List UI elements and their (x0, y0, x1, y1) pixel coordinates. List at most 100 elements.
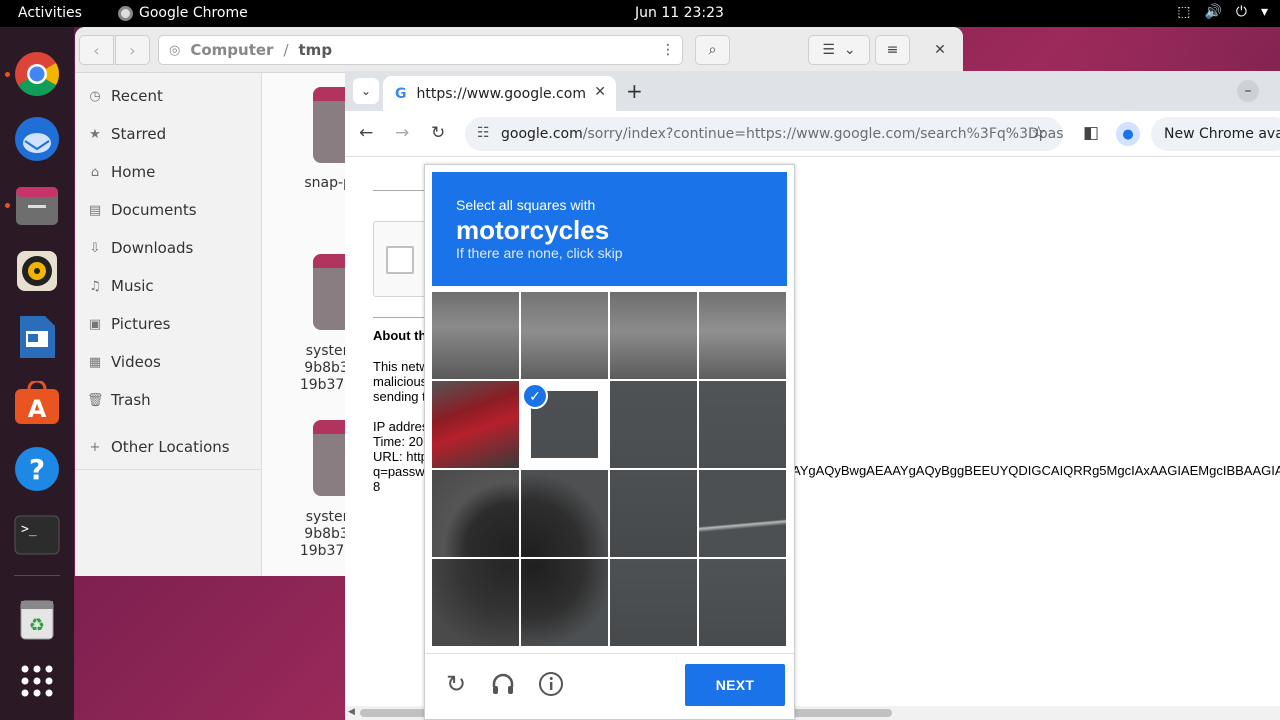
music-icon: ♫ (89, 278, 101, 294)
captcha-tile[interactable] (610, 470, 697, 557)
captcha-tile[interactable] (699, 559, 786, 646)
terminal-icon[interactable]: >_ (13, 511, 61, 559)
path-parent[interactable]: Computer (190, 41, 273, 59)
sidebar-item-home[interactable]: ⌂ Home (87, 160, 155, 184)
forward-button[interactable]: › (115, 35, 150, 65)
sidebar-item-label: Documents (111, 201, 197, 219)
sidebar-item-recent[interactable]: ◷ Recent (87, 84, 163, 108)
sidebar-item-label: Downloads (111, 239, 194, 257)
video-icon: ▦ (88, 354, 102, 370)
files-sidebar: ◷ Recent ★ Starred ⌂ Home ▤ Documents ⇩ Downl… (75, 73, 262, 576)
power-icon: ⏻ (1235, 4, 1247, 20)
close-button[interactable]: ✕ (925, 35, 955, 65)
app-menu[interactable]: Google Chrome (118, 5, 248, 21)
tab-google[interactable]: G https://www.google.com ✕ (383, 76, 616, 111)
bookmark-star-icon[interactable]: ☆ (1031, 123, 1046, 143)
captcha-tile[interactable] (610, 559, 697, 646)
captcha-tile[interactable] (699, 381, 786, 468)
path-current[interactable]: tmp (299, 41, 333, 59)
minimize-button[interactable]: – (1237, 80, 1259, 102)
search-icon: ⌕ (708, 42, 717, 58)
show-apps-icon[interactable] (13, 657, 61, 705)
new-chrome-available-button[interactable]: New Chrome ava (1151, 117, 1280, 151)
sidebar-item-other-locations[interactable]: + Other Locations (87, 435, 230, 459)
new-tab-button[interactable]: + (626, 79, 643, 103)
divider (373, 190, 425, 191)
app-center-icon[interactable]: A (13, 379, 61, 427)
clock[interactable]: Jun 11 23:23 (635, 5, 724, 21)
scroll-left-icon[interactable]: ◀ (348, 707, 355, 717)
captcha-instruction: Select all squares with (456, 197, 596, 213)
trash-icon[interactable]: ♻ (13, 595, 61, 643)
sidebar-item-starred[interactable]: ★ Starred (87, 122, 166, 146)
site-info-icon[interactable]: ☷ (477, 125, 490, 141)
chevron-down-icon: ▾ (1260, 4, 1268, 20)
captcha-tile[interactable] (521, 559, 608, 646)
side-panel-icon[interactable]: ◧ (1083, 123, 1099, 143)
plus-icon: + (89, 439, 101, 455)
back-button[interactable]: ‹ (79, 35, 114, 65)
captcha-tile[interactable] (521, 292, 608, 379)
captcha-grid: ✓ (432, 292, 787, 647)
activities-button[interactable]: Activities (18, 5, 82, 21)
help-icon[interactable]: ? (13, 445, 61, 493)
google-icon: G (395, 85, 407, 102)
url-text-tail: AYgAQyBwgAEAAYgAQyBggBEEUYQDIGCAIQRRg5Mg… (792, 463, 1280, 478)
info-icon[interactable] (537, 670, 565, 698)
disk-icon: ◎ (169, 42, 181, 58)
path-bar[interactable]: ◎ Computer / tmp (158, 35, 683, 65)
info-text: Time: 20 (373, 434, 424, 449)
running-indicator (5, 203, 10, 208)
sidebar-item-trash[interactable]: 🗑 Trash (87, 388, 151, 412)
info-text: q=passw (373, 464, 425, 479)
rhythmbox-icon[interactable] (13, 247, 61, 295)
captcha-tile[interactable] (610, 381, 697, 468)
menu-button[interactable]: ≡ (875, 35, 910, 65)
sidebar-item-label: Starred (111, 125, 167, 143)
chevron-down-icon: ⌄ (843, 42, 856, 58)
sidebar-item-downloads[interactable]: ⇩ Downloads (87, 236, 194, 260)
next-button[interactable]: NEXT (685, 664, 785, 706)
sidebar-item-music[interactable]: ♫ Music (87, 274, 154, 298)
path-separator: / (283, 41, 289, 59)
tab-search-button[interactable]: ⌄ (353, 78, 379, 104)
chevron-down-icon: ⌄ (360, 84, 372, 98)
trash-icon: 🗑 (87, 392, 104, 408)
recaptcha-checkbox[interactable] (386, 246, 414, 274)
captcha-tile[interactable] (432, 559, 519, 646)
download-icon: ⇩ (89, 240, 101, 256)
captcha-tile[interactable] (432, 470, 519, 557)
system-tray[interactable]: ⬚ 🔊 ⏻ ▾ (1177, 4, 1268, 20)
search-button[interactable]: ⌕ (695, 35, 730, 65)
captcha-tile[interactable]: ✓ (521, 381, 608, 468)
path-menu-button[interactable]: ⋮ (653, 35, 683, 65)
close-icon[interactable]: ✕ (594, 84, 606, 100)
sidebar-item-videos[interactable]: ▦ Videos (87, 350, 161, 374)
captcha-tile[interactable] (432, 381, 519, 468)
captcha-tile[interactable] (521, 470, 608, 557)
reload-icon[interactable]: ↻ (442, 670, 470, 698)
address-bar[interactable]: google.com/sorry/index?continue=https://… (465, 117, 1063, 151)
captcha-tile[interactable] (610, 292, 697, 379)
headphones-icon[interactable] (489, 670, 517, 698)
libreoffice-writer-icon[interactable] (13, 313, 61, 361)
captcha-tile[interactable] (699, 292, 786, 379)
svg-text:>_: >_ (21, 522, 37, 537)
thunderbird-icon[interactable] (13, 115, 61, 163)
back-icon[interactable]: ← (359, 123, 373, 143)
about-heading: About th (373, 328, 427, 343)
sidebar-item-documents[interactable]: ▤ Documents (87, 198, 197, 222)
view-toggle-button[interactable]: ☰ ⌄ (808, 35, 870, 65)
checkmark-icon: ✓ (522, 383, 548, 409)
files-icon[interactable] (13, 181, 61, 229)
captcha-tile[interactable] (432, 292, 519, 379)
sidebar-item-pictures[interactable]: ▣ Pictures (87, 312, 171, 336)
chrome-icon[interactable] (13, 50, 61, 98)
url-host: google.com (501, 126, 583, 142)
reload-icon[interactable]: ↻ (431, 123, 445, 143)
tab-title: https://www.google.com (416, 85, 585, 102)
captcha-tile[interactable] (699, 470, 786, 557)
profile-avatar[interactable]: ● (1116, 122, 1140, 146)
forward-icon[interactable]: → (395, 123, 409, 143)
browser-toolbar: ← → ↻ google.com/sorry/index?continue=ht… (345, 111, 1280, 157)
